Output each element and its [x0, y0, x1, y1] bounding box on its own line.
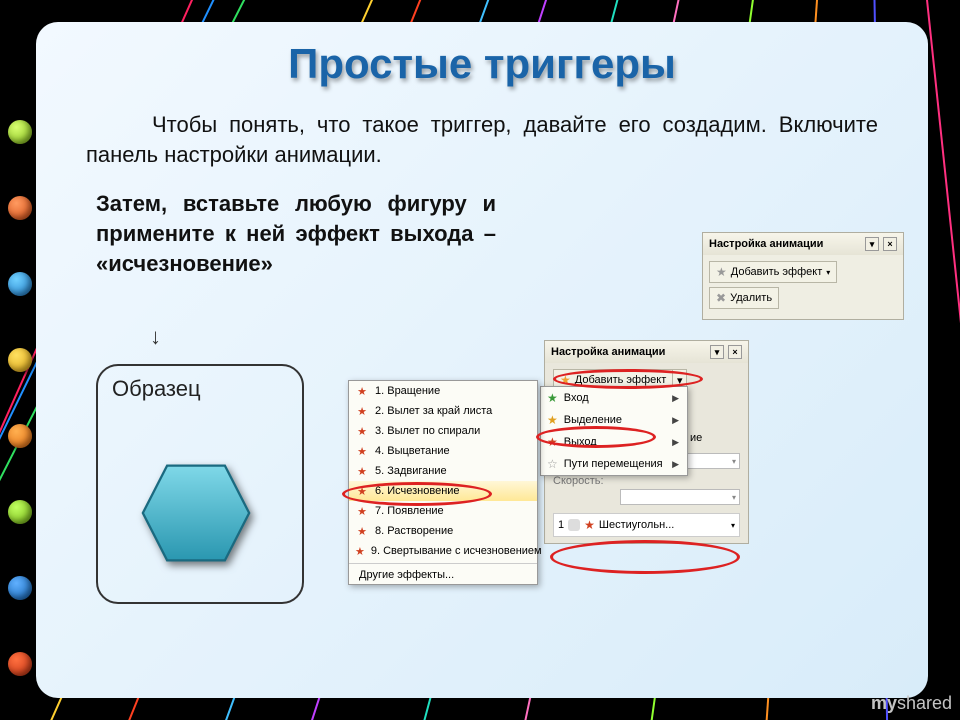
page-title: Простые триггеры: [66, 40, 898, 88]
menu-item[interactable]: ★ 5. Задвигание: [349, 461, 537, 481]
submenu-label: Вход: [564, 392, 589, 404]
menu-label: 3. Вылет по спирали: [375, 425, 480, 437]
watermark: myshared: [871, 693, 952, 714]
chevron-right-icon: ▶: [672, 437, 679, 448]
emphasis-star-icon: ★: [547, 413, 558, 427]
menu-label: 7. Появление: [375, 505, 444, 517]
submenu-entry[interactable]: ★ Выделение ▶: [541, 409, 687, 431]
menu-label: 5. Задвигание: [375, 465, 447, 477]
submenu-label: Пути перемещения: [564, 458, 663, 470]
submenu-entry[interactable]: ★ Вход ▶: [541, 387, 687, 409]
submenu-label: Выход: [564, 436, 597, 448]
menu-item[interactable]: ★ 1. Вращение: [349, 381, 537, 401]
effect-item-label: Шестиугольн...: [599, 519, 674, 531]
exit-star-icon: ★: [355, 544, 365, 558]
intro-text: Чтобы понять, что такое триггер, давайте…: [86, 110, 878, 169]
arrow-down-icon: ↓: [150, 324, 161, 350]
animation-panel-1: Настройка анимации ▾ × ★ Добавить эффект…: [702, 232, 904, 320]
submenu-entry[interactable]: ☆ Пути перемещения ▶: [541, 453, 687, 475]
menu-label: 6. Исчезновение: [375, 485, 460, 497]
exit-star-icon: ★: [355, 524, 369, 538]
remove-label: Удалить: [730, 292, 772, 304]
mouse-icon: [568, 519, 580, 531]
menu-item[interactable]: ★9. Свертывание с исчезновением: [349, 541, 537, 561]
item-number: 1: [558, 519, 564, 531]
sample-box: Образец: [96, 364, 304, 604]
submenu-label: Выделение: [564, 414, 622, 426]
menu-item[interactable]: ★ 2. Вылет за край листа: [349, 401, 537, 421]
star-icon: ★: [716, 265, 727, 279]
exit-star-icon: ★: [547, 435, 558, 449]
menu-label: 2. Вылет за край листа: [375, 405, 492, 417]
menu-item[interactable]: ★ 4. Выцветание: [349, 441, 537, 461]
menu-item[interactable]: ★ 7. Появление: [349, 501, 537, 521]
slide-body: Простые триггеры Чтобы понять, что такое…: [36, 22, 928, 698]
panel1-title: Настройка анимации: [709, 238, 823, 250]
chevron-down-icon: ▾: [826, 268, 830, 277]
speed-label: Скорость:: [553, 475, 604, 487]
exit-star-icon: ★: [584, 518, 595, 532]
menu-item[interactable]: ★ 3. Вылет по спирали: [349, 421, 537, 441]
highlight-ring-item: [550, 540, 740, 574]
exit-effects-menu: ★ 1. Вращение ★ 2. Вылет за край листа ★ 3.…: [348, 380, 538, 585]
exit-star-icon: ★: [355, 464, 369, 478]
hexagon-shape[interactable]: [138, 461, 254, 565]
menu-label: Другие эффекты...: [355, 569, 454, 581]
panel2-close-icon[interactable]: ×: [728, 345, 742, 359]
panel2-title: Настройка анимации: [551, 346, 665, 358]
panel1-dropdown-icon[interactable]: ▾: [865, 237, 879, 251]
menu-label: 8. Растворение: [375, 525, 453, 537]
chevron-right-icon: ▶: [672, 393, 679, 404]
exit-star-icon: ★: [355, 424, 369, 438]
sample-label: Образец: [112, 376, 288, 402]
effect-list-item[interactable]: 1 ★ Шестиугольн... ▾: [553, 513, 740, 537]
panel2-dropdown-icon[interactable]: ▾: [710, 345, 724, 359]
exit-star-icon: ★: [355, 404, 369, 418]
motion-star-icon: ☆: [547, 457, 558, 471]
second-text: Затем, вставьте любую фигуру и примените…: [96, 189, 496, 278]
menu-label: 9. Свертывание с исчезновением: [371, 545, 542, 557]
menu-more[interactable]: Другие эффекты...: [349, 566, 537, 584]
remove-icon: ✖: [716, 291, 726, 305]
entry-star-icon: ★: [547, 391, 558, 405]
add-effect-label: Добавить эффект: [731, 266, 822, 278]
menu-label: 4. Выцветание: [375, 445, 450, 457]
cut-text: ие: [690, 432, 702, 444]
chevron-down-icon[interactable]: ▾: [731, 521, 735, 530]
remove-effect-button[interactable]: ✖ Удалить: [709, 287, 779, 309]
menu-item-highlighted[interactable]: ★ 6. Исчезновение: [349, 481, 537, 501]
panel2-add-label: Добавить эффект: [575, 374, 666, 386]
side-dots: [8, 120, 32, 676]
exit-star-icon: ★: [355, 384, 369, 398]
chevron-right-icon: ▶: [672, 459, 679, 470]
star-icon: ★: [560, 373, 571, 387]
exit-star-icon: ★: [355, 444, 369, 458]
menu-item[interactable]: ★ 8. Растворение: [349, 521, 537, 541]
add-effect-button[interactable]: ★ Добавить эффект ▾: [709, 261, 837, 283]
panel1-close-icon[interactable]: ×: [883, 237, 897, 251]
menu-label: 1. Вращение: [375, 385, 440, 397]
exit-star-icon: ★: [355, 484, 369, 498]
exit-star-icon: ★: [355, 504, 369, 518]
chevron-right-icon: ▶: [672, 415, 679, 426]
submenu-entry[interactable]: ★ Выход ▶: [541, 431, 687, 453]
effect-category-submenu: ★ Вход ▶ ★ Выделение ▶ ★ Выход ▶ ☆ Пути пере…: [540, 386, 688, 476]
speed-select[interactable]: ▾: [620, 489, 740, 505]
